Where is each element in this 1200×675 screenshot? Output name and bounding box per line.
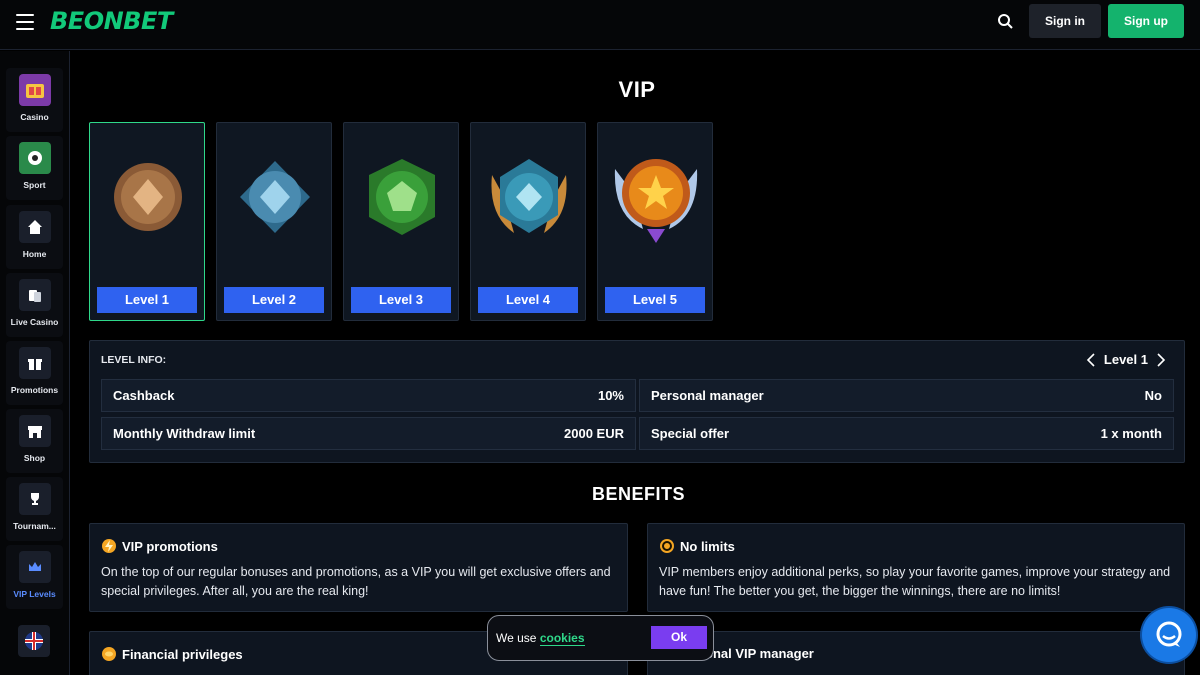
- chat-icon: [1156, 621, 1182, 647]
- coin-icon: [660, 539, 674, 553]
- benefit-title: VIP promotions: [122, 538, 218, 554]
- info-row-value: 1 x month: [1100, 426, 1162, 441]
- level-2-button[interactable]: Level 2: [224, 287, 324, 313]
- trophy-icon: [18, 483, 51, 515]
- info-row-label: Cashback: [113, 388, 175, 403]
- level-card-3[interactable]: Level 3: [343, 122, 459, 321]
- sidebar-item-tournaments[interactable]: Tournam...: [6, 477, 63, 541]
- sidebar-item-label: VIP Levels: [13, 589, 56, 599]
- sidebar-item-sport[interactable]: Sport: [6, 136, 63, 200]
- sidebar-item-home[interactable]: Home: [6, 205, 63, 269]
- info-row-value: 10%: [597, 388, 624, 403]
- cookies-link[interactable]: cookies: [539, 631, 585, 646]
- level-info-panel: LEVEL INFO: Level 1 Cashback 10% Persona…: [89, 340, 1185, 463]
- info-row-special-offer: Special offer 1 x month: [639, 417, 1174, 450]
- sidebar-item-live-casino[interactable]: Live Casino: [6, 273, 63, 337]
- benefit-title: onal VIP manager: [705, 646, 814, 661]
- sidebar-item-label: Promotions: [10, 385, 59, 395]
- sidebar-item-casino[interactable]: Casino: [6, 68, 63, 132]
- level-1-button[interactable]: Level 1: [97, 287, 197, 313]
- info-row-cashback: Cashback 10%: [101, 379, 636, 412]
- crown-icon: [18, 551, 51, 583]
- sport-icon: [18, 142, 51, 174]
- info-row-value: No: [1144, 388, 1162, 403]
- level-card-5[interactable]: Level 5: [597, 122, 713, 321]
- benefit-text: VIP members enjoy additional perks, so p…: [659, 565, 1171, 598]
- info-row-label: Personal manager: [651, 388, 764, 403]
- cookie-text: We use cookies: [496, 631, 585, 646]
- info-row-label: Special offer: [651, 426, 730, 441]
- live-casino-icon: [18, 279, 51, 311]
- benefit-card-vip-manager: onal VIP manager: [647, 631, 1185, 675]
- casino-icon: [18, 74, 51, 106]
- chevron-left-icon[interactable]: [1086, 352, 1096, 367]
- sign-up-button[interactable]: Sign up: [1108, 4, 1184, 38]
- silver-medal-icon: [240, 161, 310, 233]
- chevron-right-icon[interactable]: [1156, 352, 1166, 367]
- sidebar-item-shop[interactable]: Shop: [6, 409, 63, 473]
- info-row-label: Monthly Withdraw limit: [113, 426, 256, 441]
- level-5-button[interactable]: Level 5: [605, 287, 705, 313]
- info-row-value: 2000 EUR: [564, 426, 624, 441]
- level-navigator: Level 1: [1086, 352, 1166, 367]
- gold-medal-icon: [614, 159, 698, 243]
- logo[interactable]: BEONBET: [50, 7, 173, 35]
- lightning-icon: [102, 539, 116, 553]
- sign-in-button[interactable]: Sign in: [1029, 4, 1101, 38]
- teal-medal-icon: [491, 159, 567, 233]
- bronze-medal-icon: [114, 163, 182, 231]
- sidebar-item-label: Live Casino: [10, 317, 59, 327]
- benefit-title: No limits: [680, 538, 735, 554]
- gift-icon: [18, 347, 51, 379]
- sidebar-item-label: Home: [22, 249, 47, 259]
- sidebar-item-label: Casino: [20, 112, 49, 122]
- benefit-card-vip-promotions: VIP promotions On the top of our regular…: [89, 523, 628, 612]
- sidebar-item-label: Sport: [23, 180, 46, 190]
- level-card-2[interactable]: Level 2: [216, 122, 332, 321]
- menu-icon[interactable]: [16, 14, 34, 30]
- level-4-button[interactable]: Level 4: [478, 287, 578, 313]
- sidebar-item-promotions[interactable]: Promotions: [6, 341, 63, 405]
- current-level-label: Level 1: [1103, 352, 1148, 367]
- level-3-button[interactable]: Level 3: [351, 287, 451, 313]
- green-medal-icon: [369, 159, 435, 235]
- cookie-message: We use: [496, 631, 537, 645]
- cookie-ok-button[interactable]: Ok: [651, 626, 707, 649]
- sidebar: Casino Sport Home Live Casino Promotions…: [0, 51, 70, 675]
- level-info-title: LEVEL INFO:: [101, 354, 167, 366]
- uk-flag-icon[interactable]: [18, 625, 50, 657]
- chat-button[interactable]: [1142, 608, 1196, 662]
- top-header: BEONBET Sign in Sign up: [0, 0, 1200, 50]
- level-card-4[interactable]: Level 4: [470, 122, 586, 321]
- level-card-1[interactable]: Level 1: [89, 122, 205, 321]
- info-row-withdraw-limit: Monthly Withdraw limit 2000 EUR: [101, 417, 636, 450]
- benefits-title: BENEFITS: [592, 484, 686, 504]
- sidebar-item-label: Shop: [23, 453, 46, 463]
- home-icon: [18, 211, 51, 243]
- info-row-personal-manager: Personal manager No: [639, 379, 1174, 412]
- sidebar-item-vip-levels[interactable]: VIP Levels: [6, 545, 63, 609]
- shop-icon: [18, 415, 51, 447]
- page-title: VIP: [618, 77, 656, 102]
- benefit-title: Financial privileges: [122, 646, 243, 662]
- cookie-banner: We use cookies Ok: [487, 615, 714, 661]
- benefit-text: On the top of our regular bonuses and pr…: [101, 565, 611, 598]
- search-icon[interactable]: [996, 12, 1016, 32]
- coin-stack-icon: [102, 647, 116, 661]
- benefit-card-no-limits: No limits VIP members enjoy additional p…: [647, 523, 1185, 612]
- sidebar-item-label: Tournam...: [13, 521, 56, 531]
